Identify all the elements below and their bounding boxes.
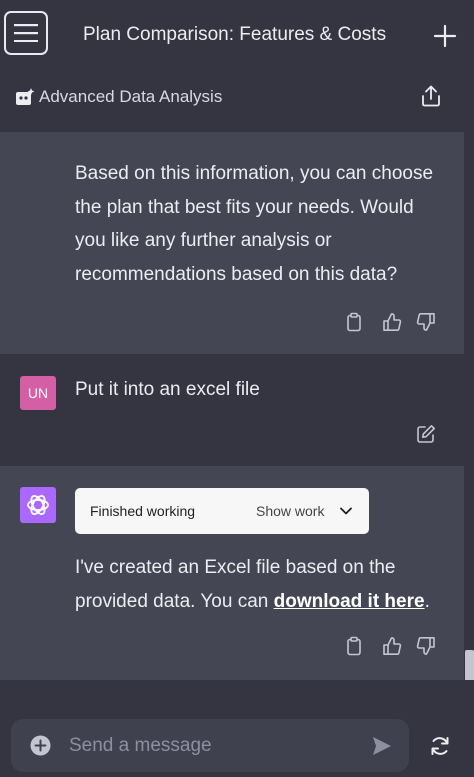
- menu-button[interactable]: [4, 11, 48, 55]
- user-message: [0, 354, 464, 466]
- thumbs-up-icon[interactable]: [382, 312, 402, 332]
- thumbs-down-icon[interactable]: [416, 312, 436, 332]
- model-icon: [16, 88, 35, 105]
- edit-icon[interactable]: [416, 424, 436, 444]
- copy-icon[interactable]: [344, 636, 364, 656]
- show-work-button[interactable]: Show work: [256, 503, 324, 519]
- menu-icon: [14, 24, 38, 42]
- new-chat-plus-icon[interactable]: [433, 24, 457, 48]
- message-composer: [11, 719, 409, 772]
- copy-icon[interactable]: [344, 312, 364, 332]
- message-text: I've created an Excel file based on the …: [75, 551, 455, 619]
- message-text: Put it into an excel file: [75, 379, 260, 400]
- thumbs-up-icon[interactable]: [382, 636, 402, 656]
- assistant-avatar: [20, 487, 56, 523]
- send-icon[interactable]: [371, 735, 393, 757]
- message-input[interactable]: [67, 730, 351, 762]
- work-status-panel[interactable]: Finished working Show work: [75, 488, 369, 534]
- openai-logo-icon: [27, 495, 49, 515]
- chevron-down-icon[interactable]: [339, 504, 353, 518]
- thumbs-down-icon[interactable]: [416, 636, 436, 656]
- model-label: Advanced Data Analysis: [39, 87, 223, 106]
- regenerate-icon[interactable]: [429, 735, 451, 757]
- message-text-part: .: [424, 591, 430, 612]
- share-icon[interactable]: [421, 85, 441, 107]
- conversation-title: Plan Comparison: Features & Costs: [83, 24, 387, 45]
- download-link[interactable]: download it here: [274, 591, 425, 612]
- user-avatar: UN: [20, 376, 56, 410]
- work-status-label: Finished working: [90, 503, 196, 519]
- add-circle-icon[interactable]: [30, 735, 51, 756]
- message-text: Based on this information, you can choos…: [75, 163, 434, 285]
